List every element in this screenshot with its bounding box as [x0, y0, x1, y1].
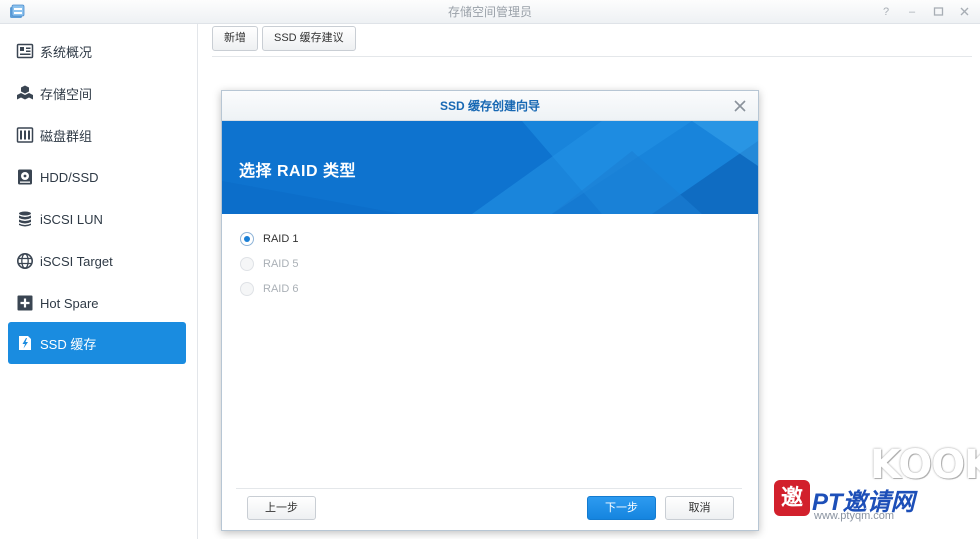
toolbar-divider	[212, 56, 972, 57]
sidebar-item-label: 存储空间	[40, 86, 93, 102]
sidebar-item-label: 磁盘群组	[40, 128, 93, 144]
toolbar: 新增 SSD 缓存建议	[212, 26, 356, 52]
sidebar-item-storage-space[interactable]: 存储空间	[8, 72, 186, 114]
sidebar-item-overview[interactable]: 系统概况	[8, 30, 186, 72]
raid6-label: RAID 6	[263, 283, 299, 295]
cancel-button[interactable]: 取消	[665, 496, 734, 520]
window-title: 存储空间管理员	[447, 5, 532, 19]
minimize-icon[interactable]: –	[906, 6, 918, 18]
sidebar-item-label: HDD/SSD	[40, 169, 99, 185]
maximize-icon[interactable]	[932, 6, 944, 18]
help-icon[interactable]: ?	[880, 6, 892, 18]
hot-spare-icon	[17, 295, 33, 311]
sidebar-item-disk-group[interactable]: 磁盘群组	[8, 114, 186, 156]
wizard-banner: 选择 RAID 类型	[222, 121, 758, 214]
dialog-header: SSD 缓存创建向导	[222, 91, 758, 121]
window-controls: ? –	[880, 0, 970, 24]
window-close-icon[interactable]	[958, 6, 970, 18]
raid1-option[interactable]: RAID 1	[240, 230, 298, 248]
ssd-cache-advice-button[interactable]: SSD 缓存建议	[262, 26, 356, 51]
sidebar-item-ssd-cache[interactable]: SSD 缓存	[8, 322, 186, 364]
hdd-icon	[18, 169, 32, 185]
watermark-seal: 邀	[774, 480, 810, 516]
raid6-option: RAID 6	[240, 280, 298, 298]
raid5-option: RAID 5	[240, 255, 298, 273]
back-button[interactable]: 上一步	[247, 496, 316, 520]
dialog-footer-divider	[236, 488, 742, 489]
ssd-cache-icon	[19, 336, 31, 350]
sidebar: 系统概况 存储空间 磁盘群组 HDD/SSD iSCSI LUN iSCSI T…	[0, 24, 198, 539]
sidebar-item-iscsi-target[interactable]: iSCSI Target	[8, 240, 186, 282]
storage-space-icon	[17, 85, 33, 100]
watermark: KOOK 邀 PT邀请网 www.ptyqm.com	[770, 440, 980, 535]
disk-group-icon	[16, 127, 34, 143]
iscsi-target-icon	[17, 253, 33, 269]
sidebar-item-hdd-ssd[interactable]: HDD/SSD	[8, 156, 186, 198]
raid6-radio	[240, 282, 254, 296]
wizard-step-title: 选择 RAID 类型	[239, 163, 357, 180]
sidebar-item-iscsi-lun[interactable]: iSCSI LUN	[8, 198, 186, 240]
raid1-radio[interactable]	[240, 232, 254, 246]
sidebar-item-label: 系统概况	[40, 44, 93, 60]
sidebar-item-label: Hot Spare	[40, 295, 99, 311]
iscsi-lun-icon	[19, 211, 31, 227]
sidebar-item-label: iSCSI Target	[40, 253, 113, 269]
raid5-radio	[240, 257, 254, 271]
add-button[interactable]: 新增	[212, 26, 258, 51]
raid1-label: RAID 1	[263, 233, 299, 245]
raid5-label: RAID 5	[263, 258, 299, 270]
dialog-title: SSD 缓存创建向导	[439, 99, 540, 113]
watermark-url: www.ptyqm.com	[814, 510, 895, 522]
ssd-cache-wizard-dialog: SSD 缓存创建向导 选择 RAID 类型 RAID 1 RAID 5 RAID…	[221, 90, 759, 531]
next-button[interactable]: 下一步	[587, 496, 656, 520]
overview-icon	[16, 43, 34, 59]
sidebar-item-label: SSD 缓存	[40, 336, 97, 352]
window-titlebar: 存储空间管理员 ? –	[0, 0, 980, 24]
sidebar-item-hot-spare[interactable]: Hot Spare	[8, 282, 186, 324]
sidebar-item-label: iSCSI LUN	[40, 211, 103, 227]
dialog-close-icon[interactable]	[732, 98, 748, 114]
